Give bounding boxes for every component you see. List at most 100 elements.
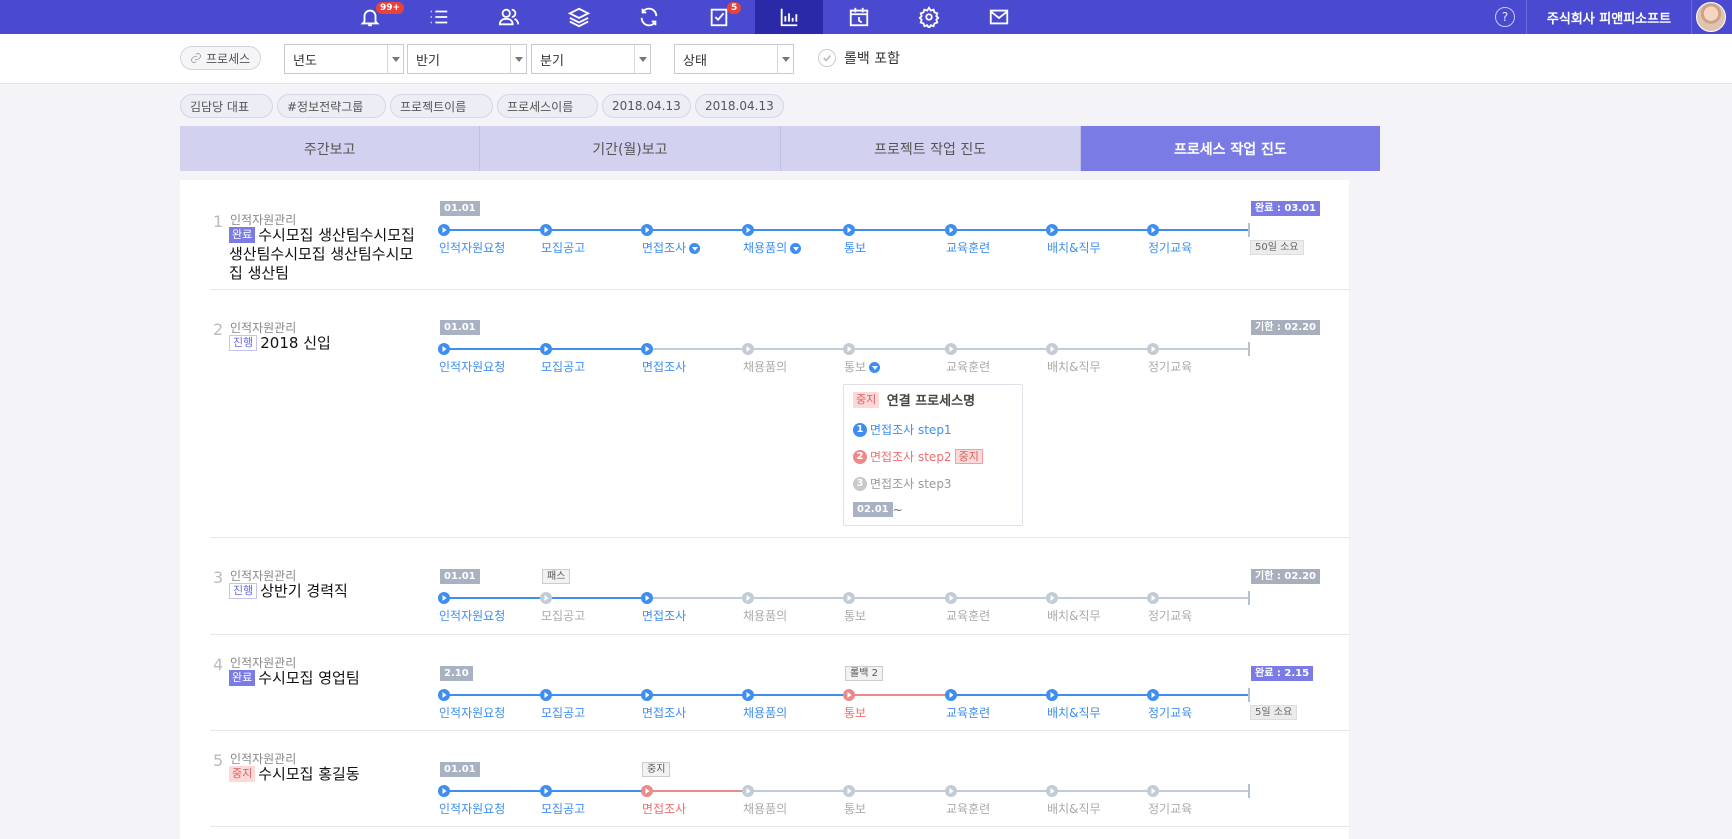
timeline-step-label[interactable]: 교육훈련 bbox=[946, 358, 990, 375]
tag-group[interactable]: #정보전략그룹 bbox=[277, 94, 386, 118]
timeline-step-label[interactable]: 배치&직무 bbox=[1047, 607, 1101, 624]
status-select[interactable]: 상태 bbox=[674, 44, 794, 74]
tag-start-date[interactable]: 2018.04.13 bbox=[602, 94, 691, 118]
company-name[interactable]: 주식회사 피앤피소프트 bbox=[1526, 0, 1692, 34]
popup-step-item[interactable]: 1 면접조사 step1 bbox=[853, 421, 952, 438]
timeline-step-label[interactable]: 채용품의 bbox=[743, 239, 802, 256]
timeline-step-label[interactable]: 인적자원요청 bbox=[439, 800, 505, 817]
row-title[interactable]: 완료 수시모집 생산팀수시모집 생산팀수시모집 생산팀수시모집 생산팀 bbox=[229, 226, 419, 283]
row-number: 4 bbox=[213, 655, 224, 674]
timeline-step-label[interactable]: 정기교육 bbox=[1148, 704, 1192, 721]
avatar[interactable] bbox=[1696, 2, 1726, 32]
popup-step-label: 면접조사 step2 bbox=[870, 450, 952, 464]
row-title[interactable]: 진행 2018 신입 bbox=[229, 334, 419, 353]
timeline-step-label[interactable]: 배치&직무 bbox=[1047, 704, 1101, 721]
popup-stop-badge: 중지 bbox=[954, 449, 983, 464]
layers-button[interactable] bbox=[545, 0, 613, 34]
popup-step-item[interactable]: 2 면접조사 step2 중지 bbox=[853, 448, 986, 465]
timeline-step-label[interactable]: 면접조사 bbox=[642, 607, 686, 624]
timeline-step-label[interactable]: 채용품의 bbox=[743, 800, 787, 817]
reports-button[interactable] bbox=[755, 0, 823, 34]
timeline-step-label[interactable]: 배치&직무 bbox=[1047, 800, 1101, 817]
timeline-step-label[interactable]: 배치&직무 bbox=[1047, 239, 1101, 256]
status-badge: 완료 bbox=[229, 670, 256, 686]
timeline-step-label[interactable]: 통보 bbox=[844, 704, 866, 721]
timeline-step-label[interactable]: 교육훈련 bbox=[946, 800, 990, 817]
mail-button[interactable] bbox=[965, 0, 1033, 34]
tasks-button[interactable]: 5 bbox=[685, 0, 753, 34]
timeline-step-label[interactable]: 통보 bbox=[844, 607, 866, 624]
rollback-toggle[interactable]: 롤백 포함 bbox=[818, 48, 900, 68]
timeline-step-label[interactable]: 인적자원요청 bbox=[439, 704, 505, 721]
tab-process-progress[interactable]: 프로세스 작업 진도 bbox=[1080, 126, 1380, 171]
popup-date-suffix: ~ bbox=[892, 502, 903, 517]
start-date-flag: 01.01 bbox=[440, 320, 480, 335]
step-number-badge: 1 bbox=[853, 422, 867, 437]
row-title[interactable]: 진행 상반기 경력직 bbox=[229, 582, 419, 601]
row-title-text: 2018 신입 bbox=[260, 334, 331, 352]
list-icon bbox=[430, 10, 448, 24]
step-number-badge: 3 bbox=[853, 476, 867, 491]
row-title[interactable]: 중지 수시모집 홍길동 bbox=[229, 765, 419, 784]
duration-badge: 50일 소요 bbox=[1250, 240, 1304, 255]
timeline-step-label[interactable]: 면접조사 bbox=[642, 704, 686, 721]
process-filter-chip[interactable]: 프로세스 bbox=[180, 46, 261, 70]
timeline-step-label[interactable]: 면접조사 bbox=[642, 239, 701, 256]
timeline-step-label[interactable]: 교육훈련 bbox=[946, 704, 990, 721]
row-number: 5 bbox=[213, 751, 224, 770]
timeline-step-label[interactable]: 채용품의 bbox=[743, 358, 787, 375]
timeline-step-label[interactable]: 정기교육 bbox=[1148, 358, 1192, 375]
timeline-step-label[interactable]: 통보 bbox=[844, 239, 866, 256]
timeline-step-label[interactable]: 통보 bbox=[844, 800, 866, 817]
timeline-step-label[interactable]: 정기교육 bbox=[1148, 607, 1192, 624]
end-date-flag: 완료 : 03.01 bbox=[1251, 201, 1320, 216]
tab-period-report[interactable]: 기간(월)보고 bbox=[480, 126, 781, 171]
report-tabs: 주간보고 기간(월)보고 프로젝트 작업 진도 프로세스 작업 진도 bbox=[180, 126, 1380, 171]
start-date-flag: 2.10 bbox=[440, 666, 473, 681]
timeline-step-label[interactable]: 모집공고 bbox=[541, 800, 585, 817]
half-select[interactable]: 반기 bbox=[407, 44, 527, 74]
settings-button[interactable] bbox=[895, 0, 963, 34]
timeline-step-label[interactable]: 채용품의 bbox=[743, 704, 787, 721]
row-number: 3 bbox=[213, 568, 224, 587]
timeline-step-label[interactable]: 정기교육 bbox=[1148, 239, 1192, 256]
tag-process[interactable]: 프로세스이름 bbox=[497, 94, 598, 118]
timeline-step-label[interactable]: 배치&직무 bbox=[1047, 358, 1101, 375]
tag-end-date[interactable]: 2018.04.13 bbox=[695, 94, 784, 118]
row-title[interactable]: 완료 수시모집 영업팀 bbox=[229, 669, 419, 688]
refresh-button[interactable] bbox=[615, 0, 683, 34]
timeline-step-label[interactable]: 교육훈련 bbox=[946, 239, 990, 256]
timeline-step-label[interactable]: 정기교육 bbox=[1148, 800, 1192, 817]
quarter-select[interactable]: 분기 bbox=[531, 44, 651, 74]
notifications-button[interactable]: 99+ bbox=[336, 0, 405, 34]
timeline-step-label[interactable]: 면접조사 bbox=[642, 800, 686, 817]
year-select[interactable]: 년도 bbox=[284, 44, 404, 74]
tab-weekly-report[interactable]: 주간보고 bbox=[180, 126, 481, 171]
timeline-step-label[interactable]: 모집공고 bbox=[541, 239, 585, 256]
tag-project[interactable]: 프로젝트이름 bbox=[390, 94, 493, 118]
timeline-step-label[interactable]: 인적자원요청 bbox=[439, 358, 505, 375]
chevron-down-icon[interactable] bbox=[689, 243, 701, 254]
help-button[interactable]: ? bbox=[1495, 7, 1515, 27]
filter-bar: 프로세스 년도 반기 분기 상태 롤백 포함 bbox=[0, 34, 1732, 84]
timeline-step-label[interactable]: 인적자원요청 bbox=[439, 607, 505, 624]
timeline-step-label[interactable]: 면접조사 bbox=[642, 358, 686, 375]
chevron-down-icon[interactable] bbox=[869, 362, 881, 373]
tag-manager[interactable]: 김담당 대표 bbox=[180, 94, 273, 118]
timeline-step-label[interactable]: 모집공고 bbox=[541, 358, 585, 375]
timeline-step-label[interactable]: 채용품의 bbox=[743, 607, 787, 624]
tab-project-progress[interactable]: 프로젝트 작업 진도 bbox=[780, 126, 1081, 171]
popup-date: 02.01 ~ bbox=[853, 502, 903, 517]
timeline-step-label[interactable]: 교육훈련 bbox=[946, 607, 990, 624]
start-date-flag: 01.01 bbox=[440, 201, 480, 216]
timeline-step-label[interactable]: 모집공고 bbox=[541, 704, 585, 721]
chevron-down-icon[interactable] bbox=[790, 243, 802, 254]
popup-step-item[interactable]: 3 면접조사 step3 bbox=[853, 475, 952, 492]
calendar-button[interactable] bbox=[825, 0, 893, 34]
users-button[interactable] bbox=[475, 0, 543, 34]
list-button[interactable] bbox=[405, 0, 473, 34]
chevron-down-icon bbox=[510, 45, 526, 73]
timeline-step-label[interactable]: 모집공고 bbox=[541, 607, 585, 624]
timeline-step-label[interactable]: 통보 bbox=[844, 358, 881, 375]
timeline-step-label[interactable]: 인적자원요청 bbox=[439, 239, 505, 256]
